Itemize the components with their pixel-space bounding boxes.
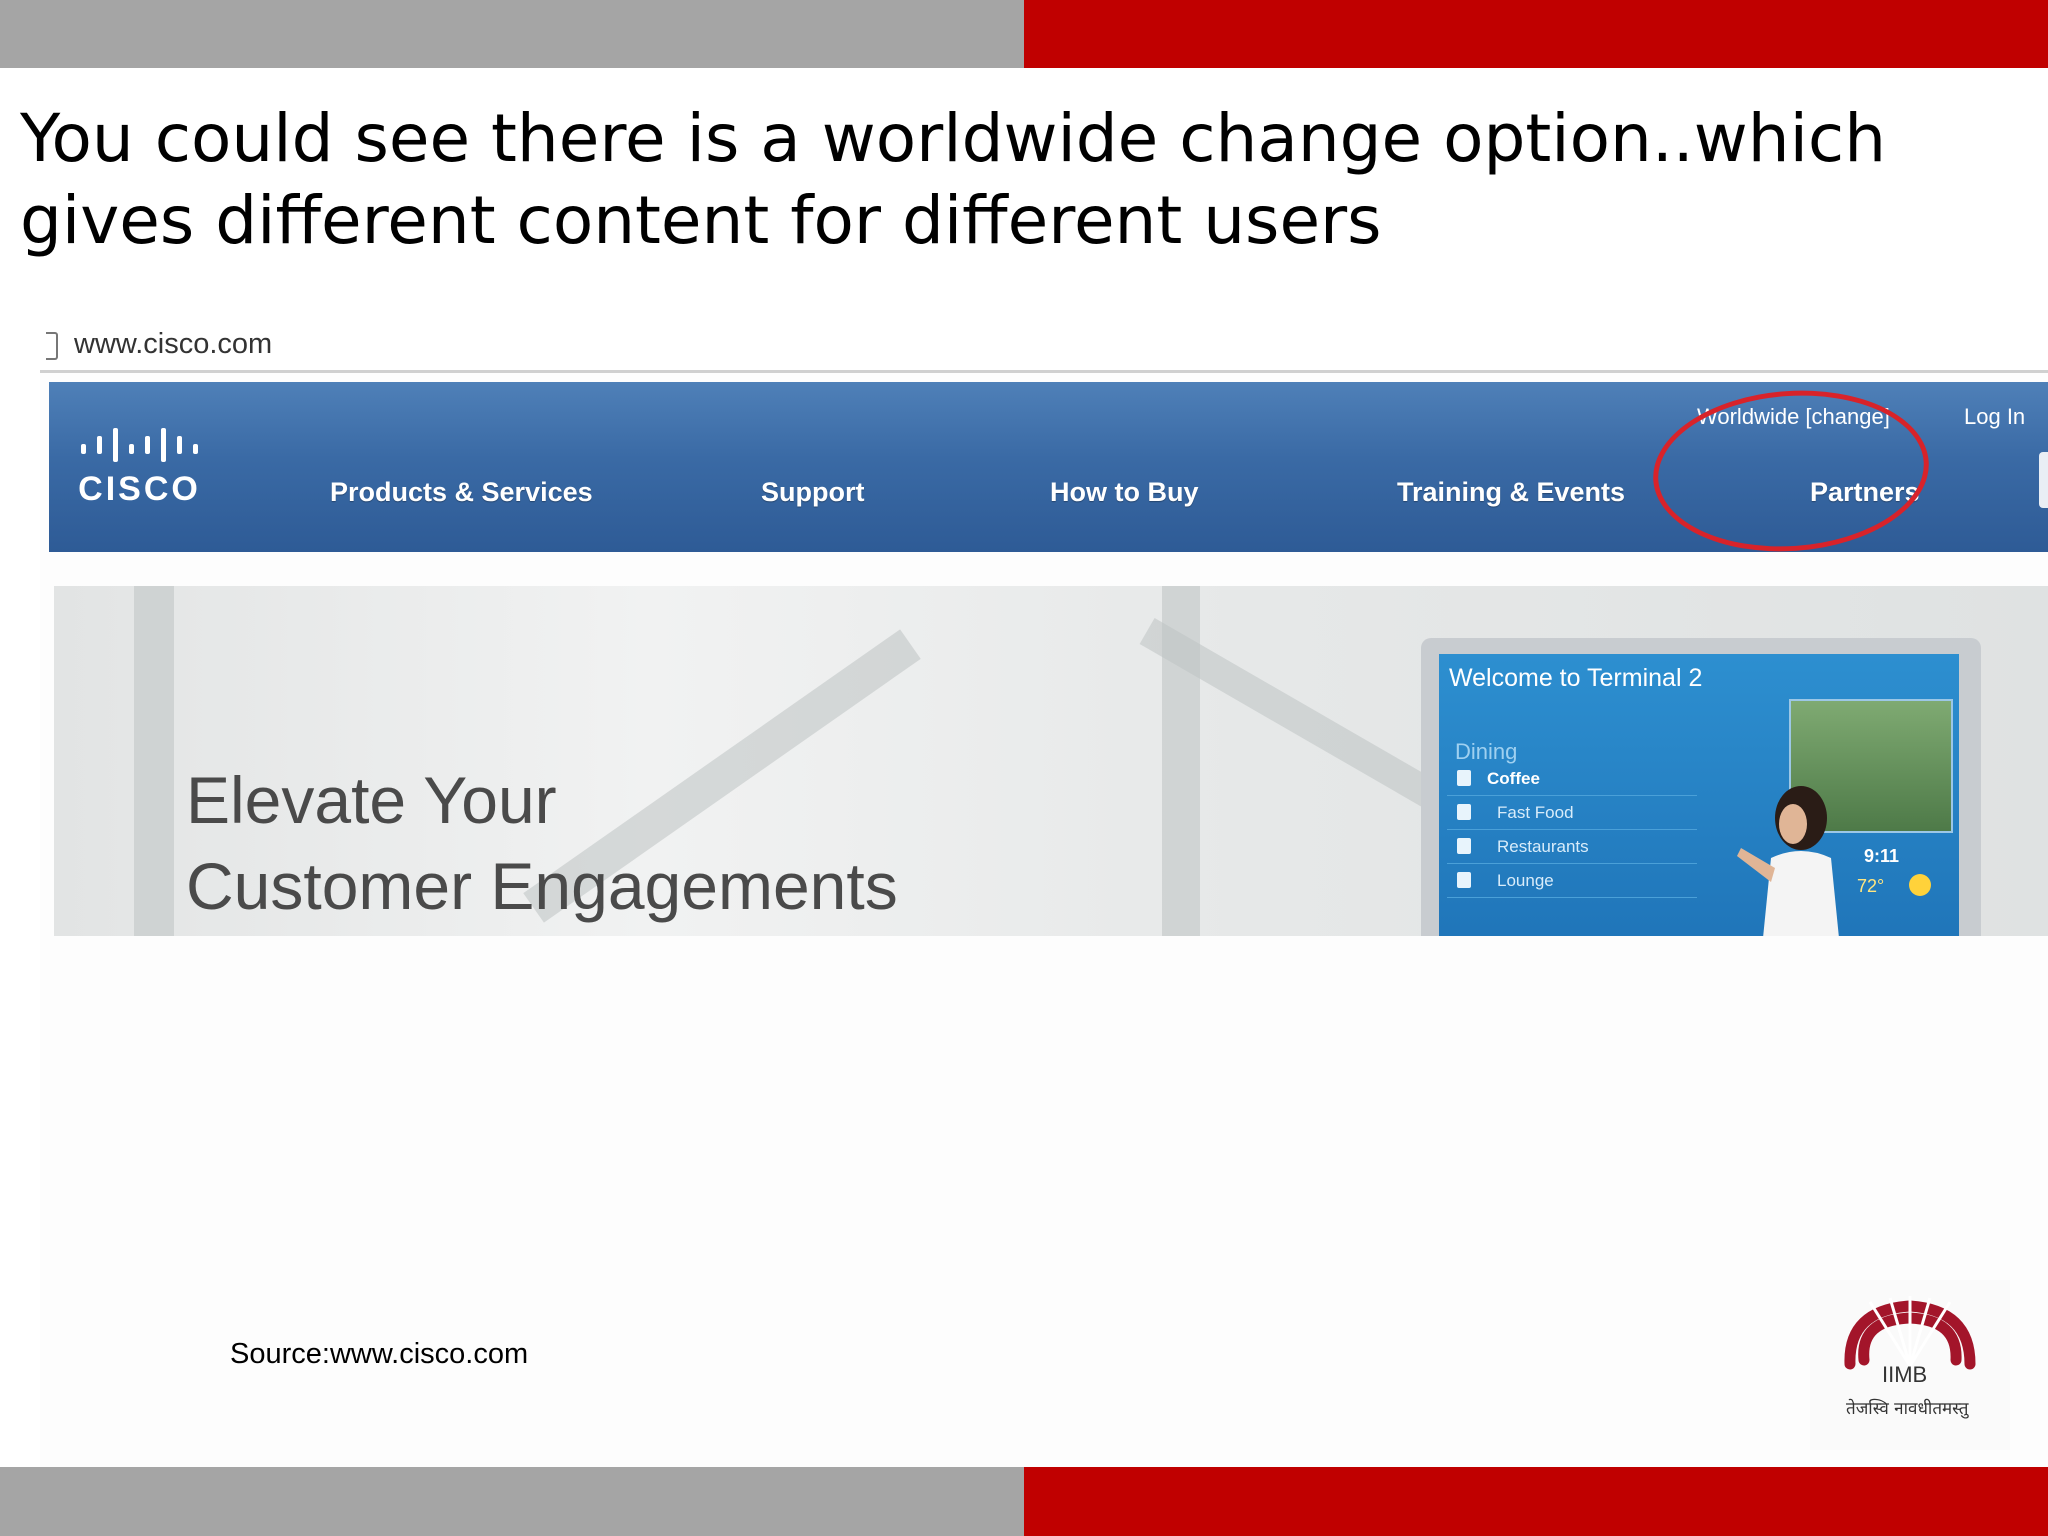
iimb-logo: IIMB तेजस्वि नावधीतमस्तु [1810,1280,2010,1450]
airport-kiosk-image: Welcome to Terminal 2 Dining Coffee Fast… [1421,638,1981,936]
source-caption: Source:www.cisco.com [230,1338,529,1370]
kiosk-title: Welcome to Terminal 2 [1449,664,1703,692]
cocktail-icon [1457,872,1471,888]
sun-icon [1909,874,1931,896]
nav-how-to-buy[interactable]: How to Buy [1050,477,1199,508]
highlight-circle [1647,381,1935,561]
kiosk-screen: Welcome to Terminal 2 Dining Coffee Fast… [1439,654,1959,936]
cisco-wordmark: CISCO [78,470,201,508]
kiosk-menu-item: Restaurants [1447,830,1697,864]
bottom-bar-gray [0,1467,1024,1536]
cloche-icon [1457,838,1471,854]
kiosk-menu-item: Coffee [1447,762,1697,796]
background-pillar [134,586,174,936]
woman-figure [1737,786,1839,936]
nav-training-events[interactable]: Training & Events [1397,477,1625,508]
slide-title: You could see there is a worldwide chang… [20,100,1887,259]
nav-products-services[interactable]: Products & Services [330,477,593,508]
top-bar-red [1024,0,2048,68]
iimb-abbreviation: IIMB [1882,1362,1928,1387]
cisco-logo[interactable]: CISCO [77,426,237,516]
page-icon [46,332,58,360]
hero-banner[interactable]: Elevate Your Customer Engagements Welcom… [54,586,2048,936]
browser-address-bar[interactable]: www.cisco.com [40,318,2048,373]
login-link[interactable]: Log In [1964,404,2025,430]
cisco-bridge-icon [81,428,198,462]
bottom-bar-red [1024,1467,2048,1536]
website-screenshot: www.cisco.com CISCO Products & Services … [40,318,2048,1468]
iimb-motto: तेजस्वि नावधीतमस्तु [1846,1399,1969,1419]
cisco-nav-bar: CISCO Products & Services Support How to… [49,381,2048,561]
kiosk-time: 9:11 [1864,846,1900,866]
hero-headline-line-1: Elevate Your [186,763,557,837]
top-bar-gray [0,0,1024,68]
url-text[interactable]: www.cisco.com [74,328,272,361]
iimb-sunburst-icon [1844,1296,1976,1370]
kiosk-menu-item: Lounge [1447,864,1697,898]
coffee-icon [1457,770,1471,786]
kiosk-temperature: 72° [1857,876,1885,896]
search-box[interactable] [2039,452,2048,508]
nav-support[interactable]: Support [761,477,864,508]
kiosk-menu-item: Fast Food [1447,796,1697,830]
cup-icon [1457,804,1471,820]
hero-headline-line-2: Customer Engagements [186,849,898,923]
kiosk-menu: Coffee Fast Food Restaurants Lounge [1447,762,1697,898]
